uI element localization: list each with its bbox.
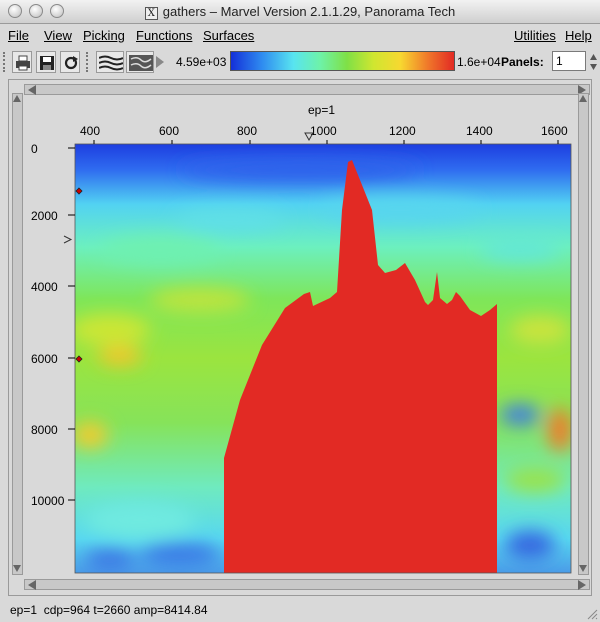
seismic-plot[interactable] [0, 0, 600, 622]
cursor-y-marker-icon [63, 235, 73, 244]
cursor-x-marker-icon [304, 132, 314, 142]
status-bar: ep=1 cdp=964 t=2660 amp=8414.84 [10, 603, 208, 617]
resize-grip-icon[interactable] [586, 608, 598, 620]
x-ticks [93, 140, 559, 144]
y-ticks [68, 147, 75, 501]
